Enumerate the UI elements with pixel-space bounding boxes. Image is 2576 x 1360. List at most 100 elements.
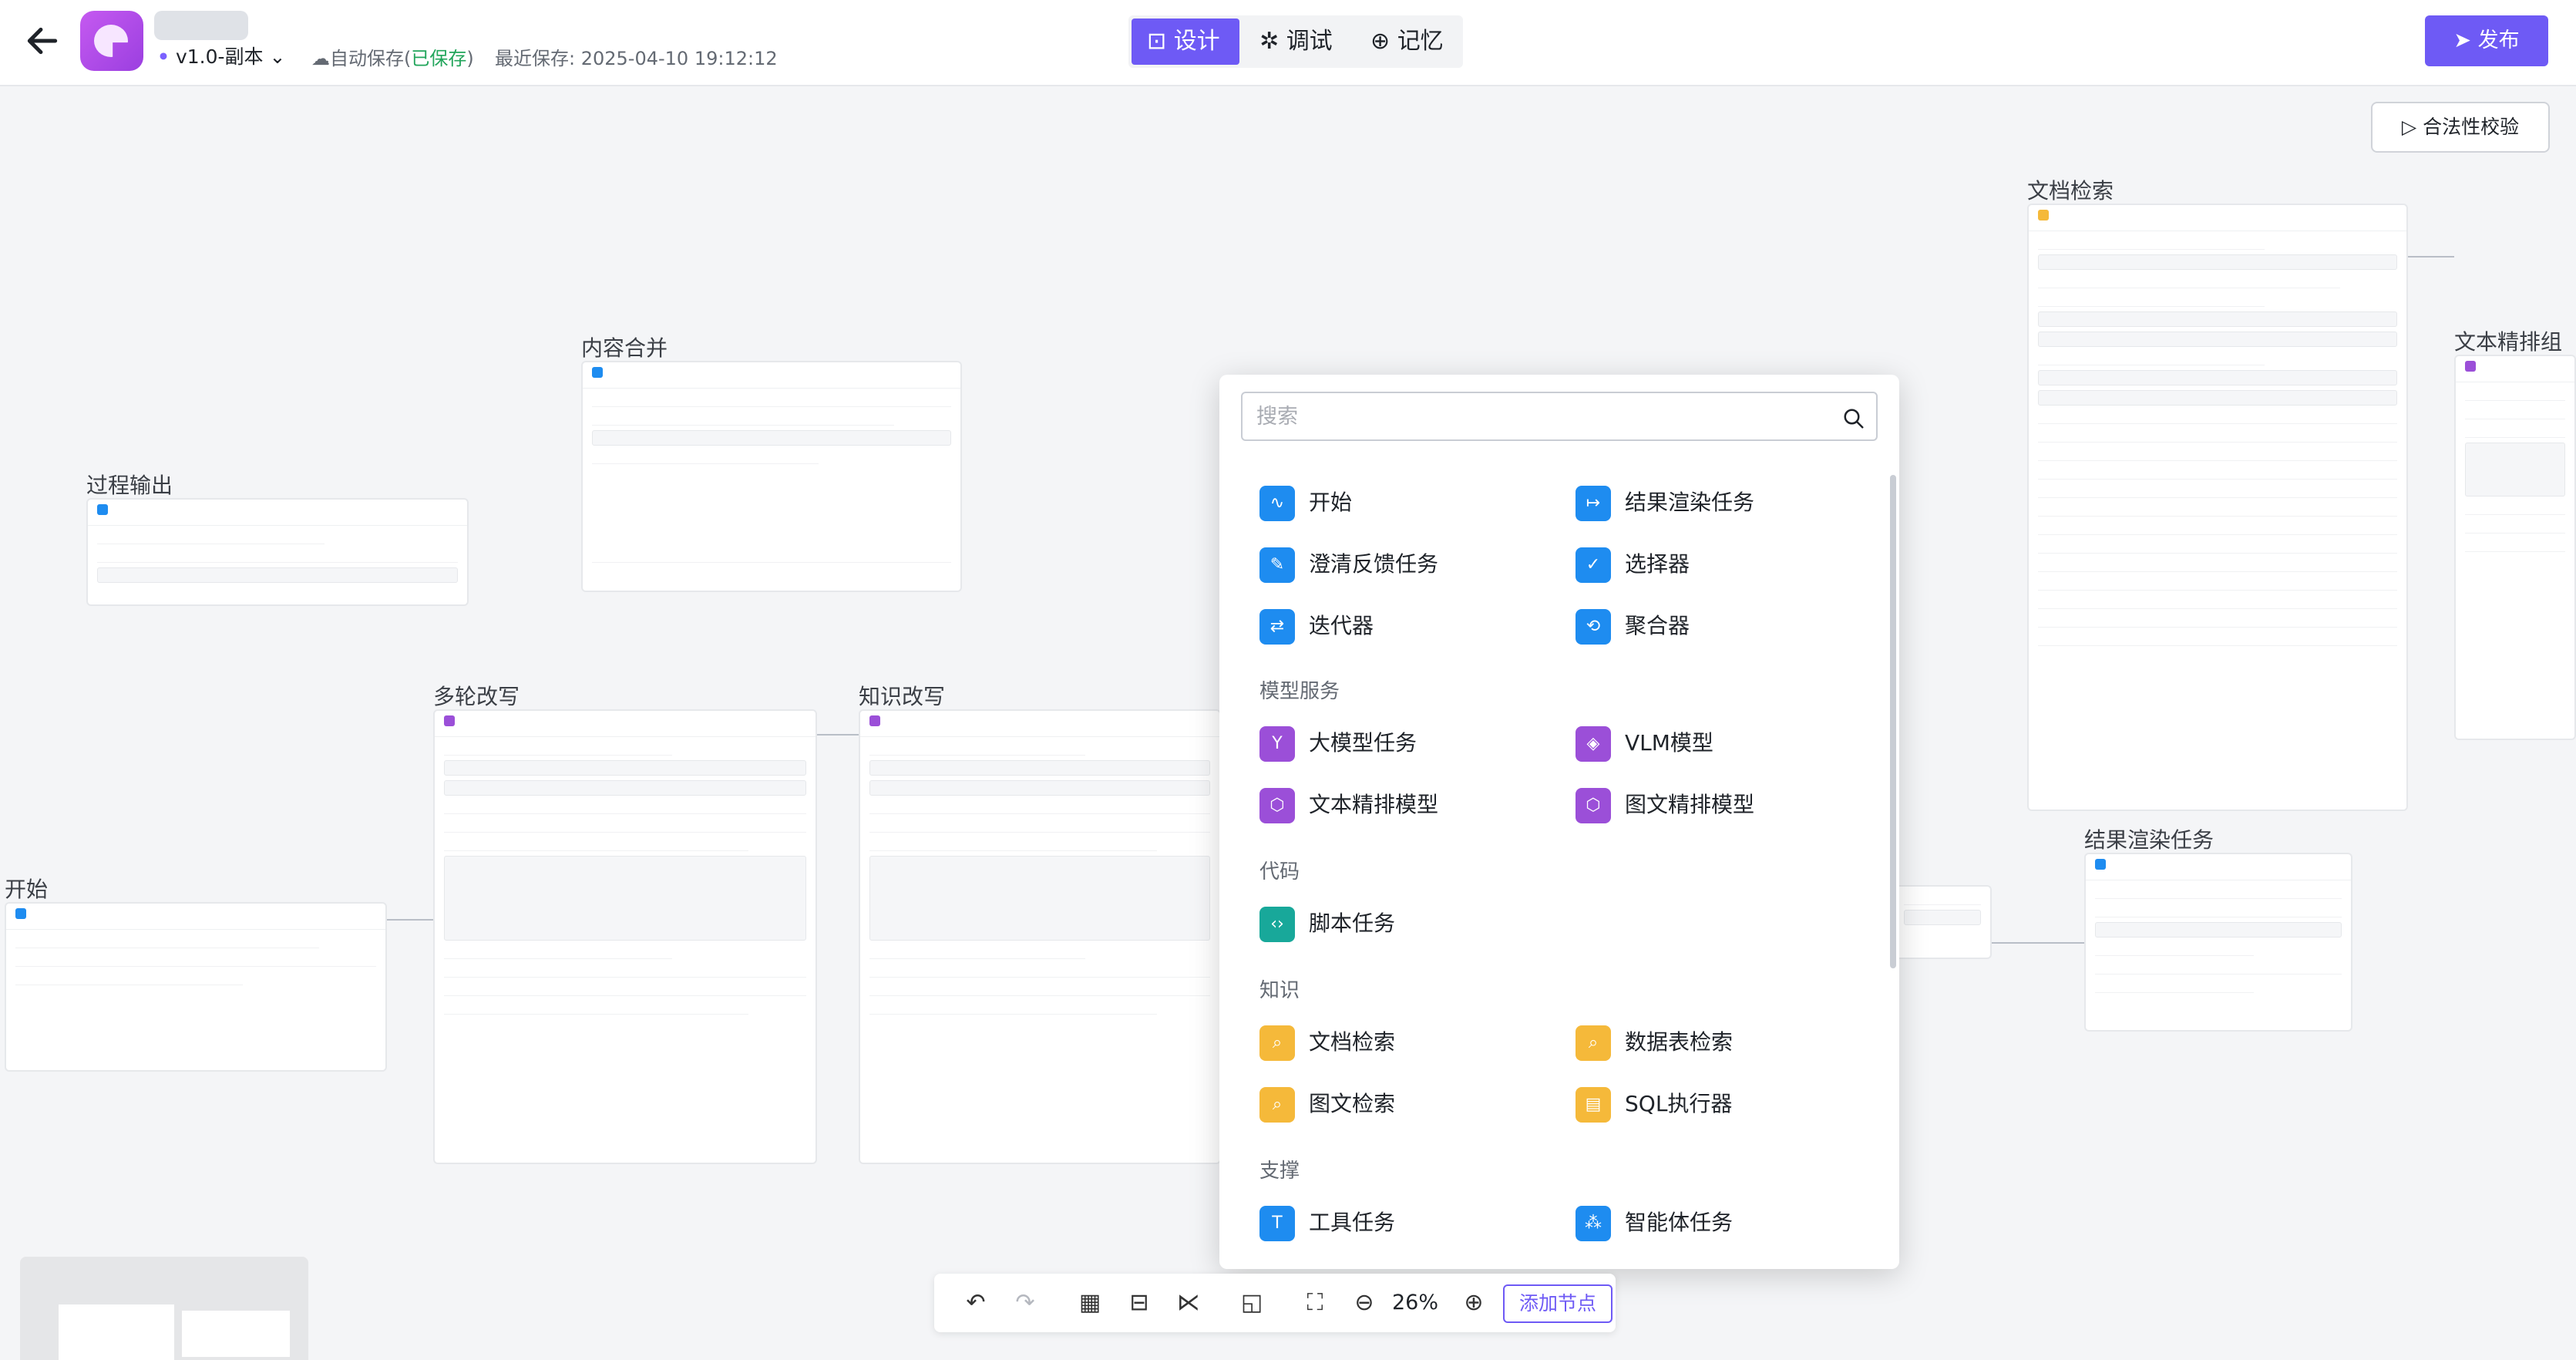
menu-scrollbar[interactable]	[1890, 475, 1896, 968]
node-content-merge[interactable]	[581, 361, 962, 592]
section-model-service: 模型服务	[1259, 680, 1340, 703]
node-result-render[interactable]	[2084, 853, 2352, 1032]
section-knowledge: 知识	[1259, 979, 1300, 1002]
minimap[interactable]	[20, 1257, 308, 1360]
menu-item-result-render[interactable]: ↦ 结果渲染任务	[1576, 484, 1868, 521]
menu-item-label: VLM模型	[1625, 730, 1713, 756]
menu-item-table-search[interactable]: ⌕ 数据表检索	[1576, 1024, 1868, 1061]
tab-design[interactable]: ⊡ 设计	[1132, 19, 1239, 65]
menu-item-vlm[interactable]: ◈ VLM模型	[1576, 725, 1868, 762]
doc-search-icon	[2038, 210, 2049, 220]
menu-item-iterator[interactable]: ⇄ 迭代器	[1259, 608, 1552, 645]
fit-view-icon[interactable]: ⛶	[1300, 1288, 1330, 1318]
edge	[387, 919, 433, 921]
rerank-icon	[2465, 361, 2476, 372]
node-partial-hidden[interactable]	[1893, 885, 1992, 959]
menu-item-text-rerank[interactable]: ⬡ 文本精排模型	[1259, 786, 1552, 823]
node-start[interactable]	[5, 902, 387, 1072]
merge-icon	[592, 367, 603, 378]
menu-item-label: 智能体任务	[1625, 1210, 1734, 1235]
sql-icon: ▤	[1576, 1087, 1611, 1123]
tab-debug-label: 调试	[1286, 28, 1333, 55]
back-arrow-icon[interactable]	[23, 22, 62, 60]
menu-item-label: 选择器	[1625, 551, 1690, 577]
image-search-icon: ⌕	[1259, 1087, 1295, 1123]
zoom-out-icon[interactable]: ⊖	[1349, 1288, 1380, 1318]
cloud-icon: ☁	[311, 48, 330, 69]
image-rerank-icon: ⬡	[1576, 788, 1611, 823]
node-title-knowledge-rewrite: 知识改写	[859, 684, 946, 709]
menu-item-agent[interactable]: ⁂ 智能体任务	[1576, 1204, 1868, 1241]
node-text-rerank[interactable]	[2454, 355, 2576, 740]
send-icon: ➤	[2453, 29, 2478, 52]
app-logo	[80, 11, 143, 71]
menu-item-aggregator[interactable]: ⟲ 聚合器	[1576, 608, 1868, 645]
loop-icon: ⇄	[1259, 609, 1295, 645]
edge	[2408, 256, 2454, 258]
node-multi-turn-rewrite[interactable]	[433, 709, 817, 1164]
last-saved-time: 最近保存: 2025-04-10 19:12:12	[495, 48, 778, 69]
vlm-icon: ◈	[1576, 726, 1611, 762]
merge-icon: ⟲	[1576, 609, 1611, 645]
menu-item-doc-search[interactable]: ⌕ 文档检索	[1259, 1024, 1552, 1061]
menu-item-sql[interactable]: ▤ SQL执行器	[1576, 1086, 1868, 1123]
menu-item-image-rerank[interactable]: ⬡ 图文精排模型	[1576, 786, 1868, 823]
autosave-status: ☁自动保存(已保存)	[311, 43, 474, 70]
tab-memory[interactable]: ⊕ 记忆	[1355, 19, 1463, 65]
add-node-menu: ∿开始 ↦结果渲染任务 ✎澄清反馈任务 ✓选择器 ⇄迭代器 ⟲聚合器 模型服务 …	[1219, 375, 1899, 1269]
validate-button[interactable]: ▷ 合法性校验	[2371, 102, 2550, 153]
edit-icon: ✎	[1259, 547, 1295, 583]
zoom-level: 26%	[1392, 1291, 1439, 1315]
node-knowledge-rewrite[interactable]	[859, 709, 1221, 1164]
menu-item-script[interactable]: ‹› 脚本任务	[1259, 905, 1552, 942]
menu-item-label: 图文精排模型	[1625, 792, 1755, 817]
section-support: 支撑	[1259, 1160, 1300, 1183]
model-icon: Y	[1259, 726, 1295, 762]
add-node-button[interactable]: 添加节点	[1503, 1284, 1613, 1323]
zoom-in-icon[interactable]: ⊕	[1458, 1288, 1489, 1318]
node-process-output[interactable]	[86, 498, 469, 606]
fit-width-icon[interactable]: ⊟	[1124, 1288, 1155, 1318]
autosave-prefix: 自动保存(	[330, 48, 412, 69]
tool-icon: T	[1259, 1206, 1295, 1241]
menu-item-label: 图文检索	[1309, 1091, 1396, 1116]
canvas-toolbar: ↶ ↷ ▦ ⊟ ⋉ ◱ ⛶ ⊖ 26% ⊕ 添加节点	[934, 1274, 1616, 1332]
menu-item-label: 结果渲染任务	[1625, 490, 1755, 515]
menu-item-tool[interactable]: T 工具任务	[1259, 1204, 1552, 1241]
edge	[1992, 942, 2084, 944]
node-title-process-output: 过程输出	[86, 473, 173, 498]
publish-button[interactable]: ➤ 发布	[2425, 15, 2548, 66]
output-icon	[97, 504, 108, 515]
table-search-icon: ⌕	[1576, 1025, 1611, 1061]
menu-item-label: 澄清反馈任务	[1309, 551, 1439, 577]
redo-icon[interactable]: ↷	[1010, 1288, 1041, 1318]
branch-icon[interactable]: ⋉	[1173, 1288, 1204, 1318]
tab-memory-label: 记忆	[1397, 28, 1444, 55]
menu-item-label: 文本精排模型	[1309, 792, 1439, 817]
menu-item-selector[interactable]: ✓ 选择器	[1576, 546, 1868, 583]
model-icon	[444, 715, 455, 726]
layout-icon[interactable]: ▦	[1074, 1288, 1105, 1318]
node-doc-search[interactable]	[2027, 204, 2408, 811]
note-icon[interactable]: ◱	[1236, 1288, 1267, 1318]
model-icon	[869, 715, 880, 726]
check-icon: ✓	[1576, 547, 1611, 583]
code-icon: ‹›	[1259, 907, 1295, 942]
undo-icon[interactable]: ↶	[960, 1288, 991, 1318]
node-search-input[interactable]	[1241, 392, 1878, 441]
section-code: 代码	[1259, 860, 1300, 884]
menu-item-start[interactable]: ∿ 开始	[1259, 484, 1552, 521]
menu-item-label: 数据表检索	[1625, 1029, 1734, 1055]
menu-item-llm[interactable]: Y 大模型任务	[1259, 725, 1552, 762]
menu-item-image-search[interactable]: ⌕ 图文检索	[1259, 1086, 1552, 1123]
menu-item-label: SQL执行器	[1625, 1091, 1733, 1116]
doc-search-icon: ⌕	[1259, 1025, 1295, 1061]
validate-label: 合法性校验	[2423, 116, 2520, 138]
menu-item-label: 脚本任务	[1309, 911, 1396, 936]
version-selector[interactable]: • v1.0-副本 ⌄	[157, 42, 285, 69]
search-icon[interactable]	[1842, 407, 1865, 430]
tab-debug[interactable]: ✲ 调试	[1244, 19, 1352, 65]
menu-item-label: 大模型任务	[1309, 730, 1417, 756]
menu-item-label: 开始	[1309, 490, 1353, 515]
menu-item-clarify[interactable]: ✎ 澄清反馈任务	[1259, 546, 1552, 583]
